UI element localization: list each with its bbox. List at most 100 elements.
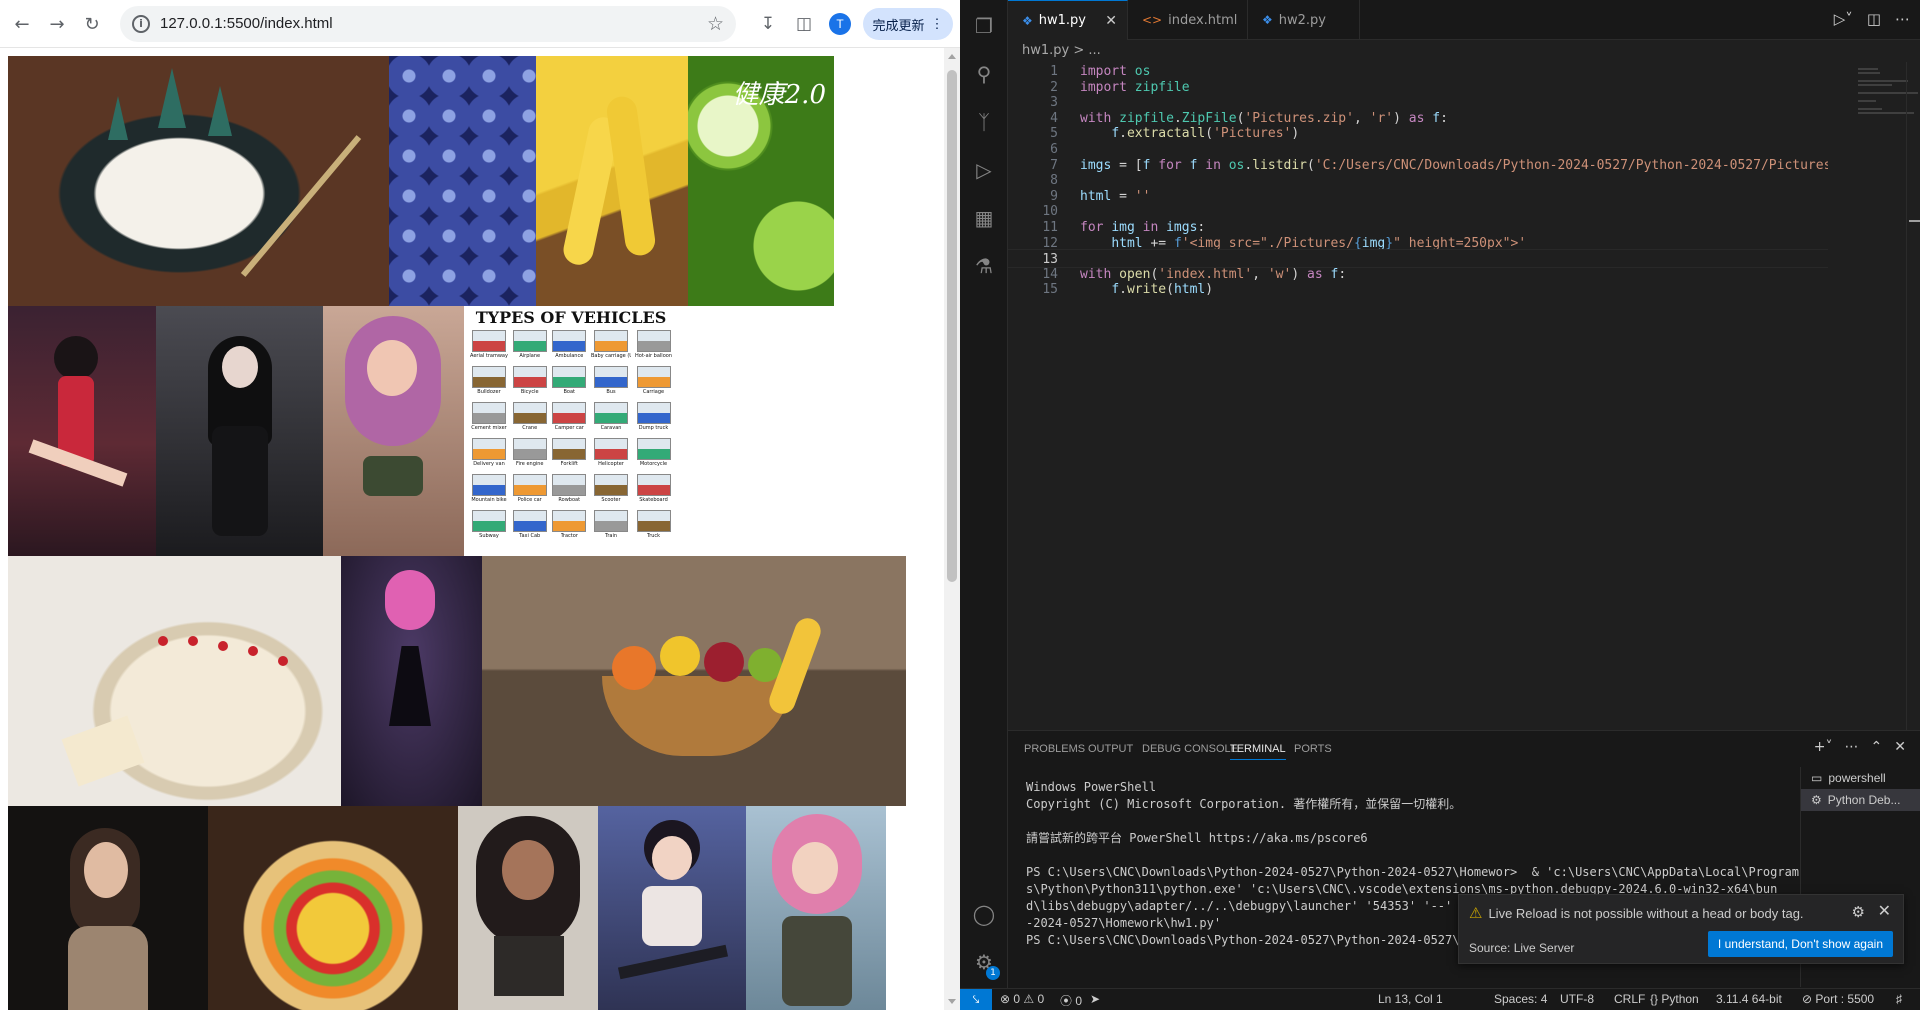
tab-hw1-py[interactable]: ❖ hw1.py ✕ (1008, 0, 1128, 40)
problems-status[interactable]: ⊗ 0 ⚠ 0 (1000, 992, 1044, 1006)
vehicle-picture (552, 438, 587, 460)
vehicle-card: Bicycle (512, 366, 548, 402)
bookmark-star-icon[interactable]: ☆ (707, 13, 724, 35)
ports-count: 0 (1075, 994, 1083, 1008)
debug-status-icon[interactable]: ➤ (1090, 992, 1100, 1006)
vehicle-card: Helicopter (591, 438, 631, 474)
terminal-item-powershell[interactable]: ▭ powershell (1801, 767, 1920, 789)
address-bar[interactable]: i 127.0.0.1:5500/index.html ☆ (120, 6, 736, 42)
eol-status[interactable]: CRLF (1614, 992, 1645, 1006)
run-icon[interactable]: ▷˅ (1834, 10, 1853, 28)
page-scrollbar[interactable] (944, 48, 960, 1010)
url-text[interactable]: 127.0.0.1:5500/index.html (160, 15, 333, 32)
reload-icon[interactable]: ↻ (80, 12, 104, 36)
vehicle-card: Forklift (551, 438, 587, 474)
indentation-status[interactable]: Spaces: 4 (1494, 992, 1547, 1006)
terminal-item-python-debug[interactable]: ⚙ Python Deb... (1801, 789, 1920, 811)
vehicle-picture (552, 474, 587, 496)
new-terminal-icon[interactable]: +˅ (1814, 739, 1833, 755)
dismiss-button[interactable]: I understand, Don't show again (1707, 931, 1893, 957)
image-anime-girl-purple-hair (323, 306, 464, 556)
tab-problems[interactable]: PROBLEMS (1024, 743, 1085, 755)
code-token: ( (1166, 282, 1174, 298)
code-editor[interactable]: 1 import os 2 import zipfile 3 4 with zipfile.… (1008, 62, 1920, 730)
encoding-status[interactable]: UTF-8 (1560, 992, 1594, 1006)
scroll-down-icon[interactable] (948, 999, 956, 1004)
vehicle-label: Aerial tramway (470, 353, 508, 359)
notifications-bell-icon[interactable]: ♯ (1896, 992, 1902, 1006)
cursor-position[interactable]: Ln 13, Col 1 (1378, 992, 1443, 1006)
update-button[interactable]: 完成更新 ⋮ (863, 8, 953, 40)
remote-indicator-icon[interactable]: ⤥ (960, 989, 992, 1010)
profile-avatar[interactable]: T (829, 13, 851, 35)
vehicle-picture (552, 366, 587, 388)
site-info-icon[interactable]: i (132, 15, 150, 33)
gear-icon[interactable]: ⚙ (1852, 903, 1865, 921)
tab-output[interactable]: OUTPUT (1088, 743, 1133, 755)
terminal-icon: ▭ (1811, 771, 1823, 785)
download-icon[interactable]: ↧ (756, 12, 780, 36)
accounts-icon[interactable]: ◯ (972, 902, 996, 926)
vehicle-picture (512, 474, 547, 496)
editor-scrollbar[interactable] (1906, 62, 1920, 730)
vehicle-label: Truck (646, 533, 661, 539)
vehicle-picture (594, 474, 628, 496)
vehicle-card: Truck (635, 510, 672, 546)
close-icon[interactable]: ✕ (1878, 901, 1891, 921)
terminal-item-label: powershell (1828, 771, 1886, 785)
vehicle-label: Dump truck (638, 425, 669, 431)
split-editor-icon[interactable]: ◫ (1867, 10, 1881, 28)
run-debug-icon[interactable]: ▷ (972, 158, 996, 182)
more-actions-icon[interactable]: ⋯ (1895, 10, 1910, 28)
browser-toolbar: ← → ↻ i 127.0.0.1:5500/index.html ☆ ↧ ◫ … (0, 0, 960, 48)
vehicle-picture (552, 330, 587, 352)
language-label: Python (1661, 992, 1699, 1006)
vehicle-label: Train (605, 533, 617, 539)
close-icon[interactable]: ✕ (1105, 13, 1117, 29)
more-actions-icon[interactable]: ⋯ (1845, 739, 1859, 755)
scrollbar-thumb[interactable] (947, 70, 957, 582)
ports-status[interactable]: ⦿ 0 (1060, 992, 1082, 1009)
tab-label: hw2.py (1278, 12, 1326, 28)
tab-label: hw1.py (1038, 13, 1086, 28)
code-line[interactable]: 15 f.write(html) (1008, 280, 1828, 299)
interpreter-status[interactable]: 3.11.4 64-bit (1716, 992, 1782, 1006)
scroll-up-icon[interactable] (948, 54, 956, 59)
breadcrumb[interactable]: hw1.py > ... (1008, 40, 1920, 62)
search-icon[interactable]: ⚲ (972, 62, 996, 86)
tab-hw2-py[interactable]: ❖ hw2.py (1248, 0, 1360, 40)
back-icon[interactable]: ← (10, 12, 34, 36)
image-christmas-cake (8, 56, 389, 306)
explorer-icon[interactable]: ❐ (972, 14, 996, 38)
tab-terminal[interactable]: TERMINAL (1230, 743, 1286, 760)
image-anime-girl-pink-hair-dress (341, 556, 482, 806)
image-blueberries (389, 56, 536, 306)
maximize-panel-icon[interactable]: ⌃ (1871, 739, 1883, 755)
vehicle-picture (512, 330, 547, 352)
vehicle-label: Bicycle (520, 389, 539, 395)
side-panel-icon[interactable]: ◫ (792, 12, 816, 36)
testing-icon[interactable]: ⚗ (972, 254, 996, 278)
vehicle-card: Rowboat (551, 474, 587, 510)
code-token: f (1111, 282, 1120, 298)
forward-icon[interactable]: → (45, 12, 69, 36)
vehicle-card: Scooter (591, 474, 631, 510)
close-panel-icon[interactable]: ✕ (1894, 739, 1906, 755)
vehicle-picture (594, 402, 628, 424)
vehicle-picture (636, 402, 671, 424)
tab-debug-console[interactable]: DEBUG CONSOLE (1142, 743, 1238, 755)
extensions-icon[interactable]: ▦ (972, 206, 996, 230)
page-viewport: 健康2.0 TYPES OF VEHICLES Aerial tramwayA (0, 48, 944, 1010)
vehicle-card: Taxi Cab (512, 510, 548, 546)
vehicle-label: Crane (522, 425, 538, 431)
vehicle-card: Crane (512, 402, 548, 438)
image-types-of-vehicles: TYPES OF VEHICLES Aerial tramway Airplane… (464, 306, 678, 556)
language-status[interactable]: {} Python (1650, 992, 1699, 1006)
vehicle-card: Caravan (591, 402, 631, 438)
live-server-port[interactable]: ⊘ Port : 5500 (1802, 992, 1874, 1006)
vehicle-label: Mountain bike (471, 497, 507, 503)
vehicle-picture (636, 438, 671, 460)
tab-index-html[interactable]: <> index.html (1128, 0, 1248, 40)
source-control-icon[interactable]: ᛉ (972, 110, 996, 134)
tab-ports[interactable]: PORTS (1294, 743, 1332, 755)
